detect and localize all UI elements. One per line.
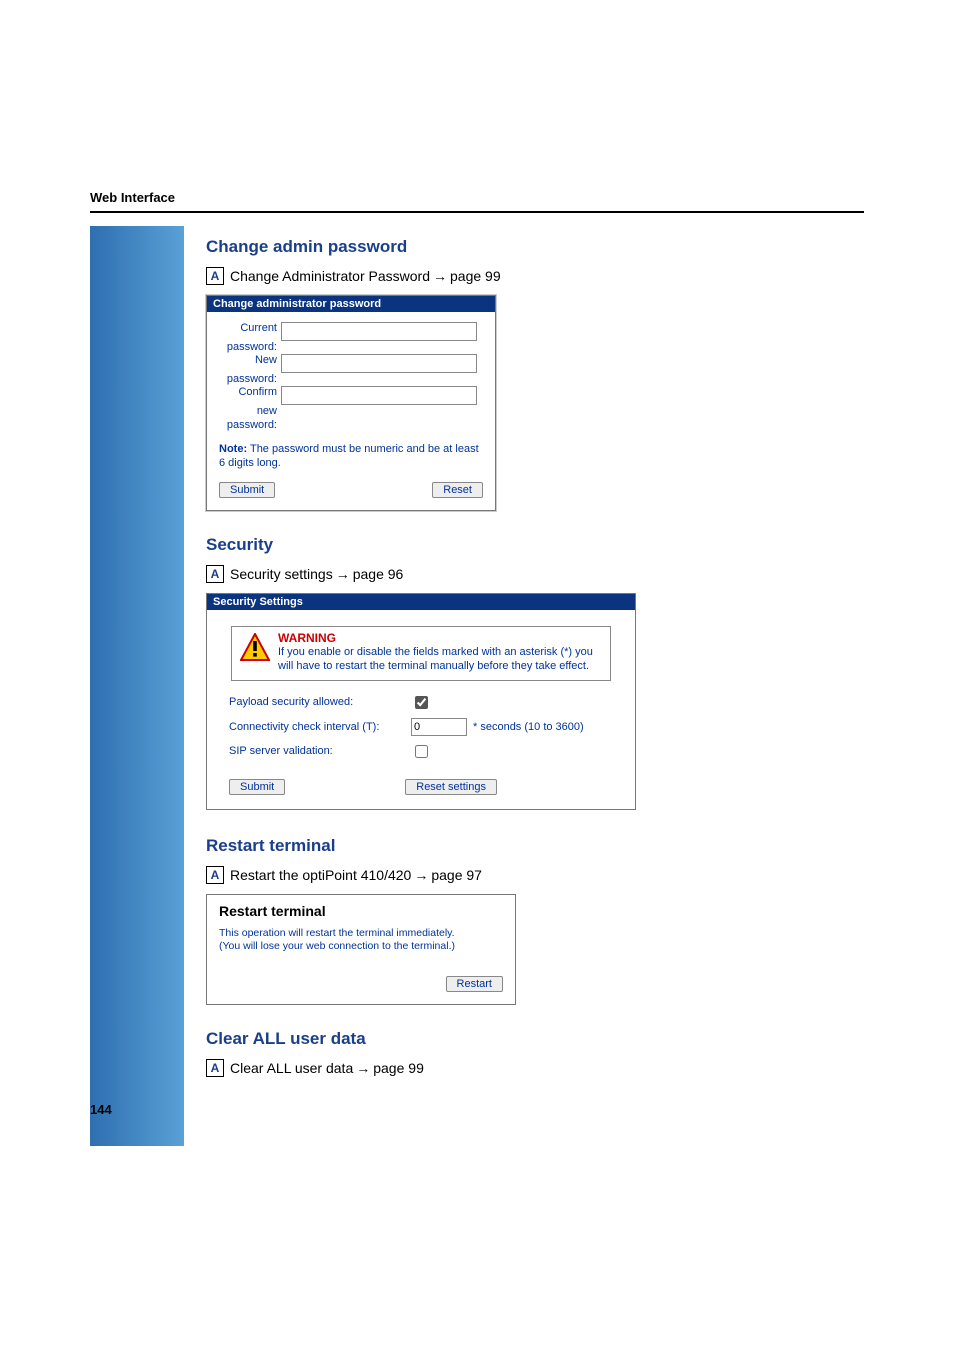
panel-title-security: Security Settings	[207, 594, 635, 610]
new-password-input[interactable]	[281, 354, 477, 373]
ref-page-number-cl: 99	[408, 1060, 424, 1076]
ref-restart: A Restart the optiPoint 410/420 → page 9…	[206, 866, 766, 884]
submit-button-cp[interactable]: Submit	[219, 482, 275, 498]
left-decorative-bar	[90, 226, 184, 1146]
warning-text: If you enable or disable the fields mark…	[278, 646, 602, 674]
label-confirm-password-l3: password:	[227, 419, 277, 431]
arrow-icon: →	[336, 566, 350, 582]
ref-page-number: 99	[485, 268, 501, 284]
label-new-password-l1: New	[255, 354, 277, 366]
a-box-icon: A	[206, 1059, 224, 1077]
heading-restart: Restart terminal	[206, 836, 766, 856]
payload-security-checkbox[interactable]	[415, 696, 428, 709]
label-confirm-password-l1: Confirm	[238, 386, 277, 398]
ref-page-prefix-cl: page	[373, 1060, 404, 1076]
ref-page-number-rt: 97	[466, 867, 482, 883]
warning-icon	[240, 633, 270, 661]
arrow-icon: →	[356, 1060, 370, 1076]
ref-text-restart: Restart the optiPoint 410/420	[230, 867, 411, 883]
ref-change-password: A Change Administrator Password → page 9…	[206, 267, 766, 285]
label-current-password-l1: Current	[240, 322, 277, 334]
ref-text-security: Security settings	[230, 566, 333, 582]
label-confirm-password-l2: new	[257, 405, 277, 417]
ref-page-prefix-rt: page	[431, 867, 462, 883]
restart-button[interactable]: Restart	[446, 976, 503, 992]
warning-title: WARNING	[278, 631, 602, 645]
label-sip-validation: SIP server validation:	[229, 745, 411, 757]
password-note: Note: The password must be numeric and b…	[207, 436, 495, 479]
label-new-password-l2: password:	[227, 373, 277, 385]
reset-button-cp[interactable]: Reset	[432, 482, 483, 498]
ref-page-prefix: page	[450, 268, 481, 284]
ref-page-number-sec: 96	[388, 566, 404, 582]
label-payload-security: Payload security allowed:	[229, 696, 411, 708]
restart-line2: (You will lose your web connection to th…	[219, 940, 503, 954]
sip-validation-checkbox[interactable]	[415, 745, 428, 758]
connectivity-interval-suffix: * seconds (10 to 3600)	[473, 721, 584, 733]
page-header-title: Web Interface	[90, 190, 864, 205]
heading-clear: Clear ALL user data	[206, 1029, 766, 1049]
heading-security: Security	[206, 535, 766, 555]
a-box-icon: A	[206, 866, 224, 884]
ref-page-prefix-sec: page	[353, 566, 384, 582]
label-connectivity-interval: Connectivity check interval (T):	[229, 721, 411, 733]
header-rule	[90, 211, 864, 213]
ref-security: A Security settings → page 96	[206, 565, 766, 583]
ref-clear: A Clear ALL user data → page 99	[206, 1059, 766, 1077]
page-number: 144	[90, 1102, 112, 1117]
panel-title-change-password: Change administrator password	[207, 296, 495, 312]
submit-button-sec[interactable]: Submit	[229, 779, 285, 795]
security-panel: Security Settings WARNING If you enable …	[206, 593, 636, 810]
heading-change-password: Change admin password	[206, 237, 766, 257]
a-box-icon: A	[206, 565, 224, 583]
connectivity-interval-input[interactable]	[411, 718, 467, 736]
restart-panel: Restart terminal This operation will res…	[206, 894, 516, 1005]
ref-text-clear: Clear ALL user data	[230, 1060, 353, 1076]
reset-button-sec[interactable]: Reset settings	[405, 779, 497, 795]
note-bold: Note:	[219, 443, 247, 455]
restart-panel-heading: Restart terminal	[219, 903, 503, 919]
current-password-input[interactable]	[281, 322, 477, 341]
restart-line1: This operation will restart the terminal…	[219, 927, 503, 941]
ref-text-change-password: Change Administrator Password	[230, 268, 430, 284]
change-password-panel: Change administrator password Current pa…	[206, 295, 496, 511]
label-current-password-l2: password:	[227, 341, 277, 353]
arrow-icon: →	[433, 268, 447, 284]
note-text: The password must be numeric and be at l…	[219, 443, 479, 469]
warning-box: WARNING If you enable or disable the fie…	[231, 626, 611, 681]
a-box-icon: A	[206, 267, 224, 285]
confirm-password-input[interactable]	[281, 386, 477, 405]
arrow-icon: →	[414, 867, 428, 883]
